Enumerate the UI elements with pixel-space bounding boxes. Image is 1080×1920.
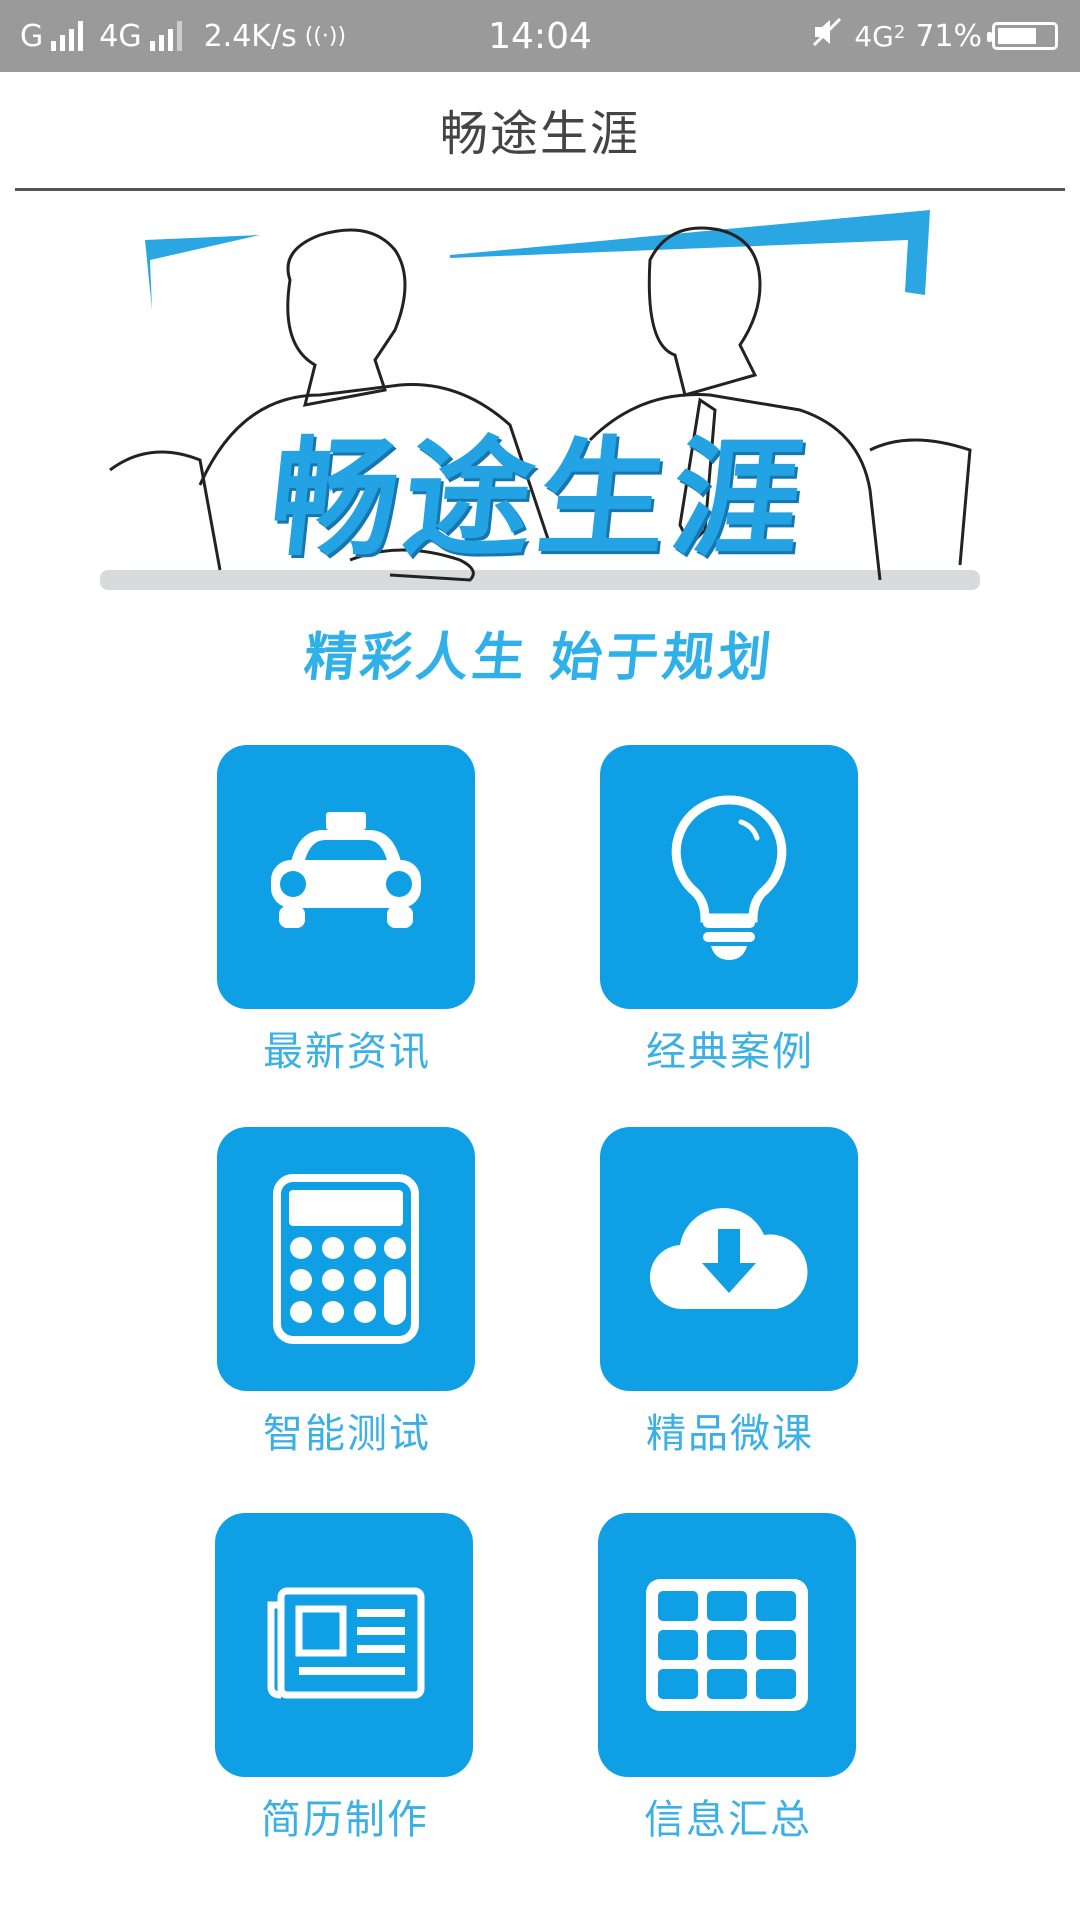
- banner-slogan: 精彩人生 始于规划: [301, 628, 778, 688]
- network-type: 4G 2: [854, 19, 906, 53]
- menu-tile-info[interactable]: 信息汇总: [598, 1513, 858, 1845]
- lightbulb-icon: [671, 795, 787, 960]
- hotspot-icon: ((·)): [304, 23, 347, 49]
- carrier1-label: G: [20, 18, 44, 54]
- calculator-icon: [273, 1174, 419, 1344]
- mute-icon: [810, 15, 844, 57]
- cloud-download-icon: [649, 1208, 808, 1310]
- signal-bars-icon: [51, 21, 84, 51]
- menu-tile-news[interactable]: 最新资讯: [217, 745, 477, 1077]
- battery-percent: 71%: [915, 18, 982, 54]
- tile-label: 智能测试: [263, 1411, 431, 1457]
- clock: 14:04: [488, 15, 592, 57]
- tile-icon-box: [217, 745, 475, 1009]
- app-header: 畅途生涯: [0, 72, 1080, 191]
- battery-icon: [987, 22, 1058, 50]
- tile-label: 信息汇总: [644, 1797, 812, 1843]
- banner: 畅途生涯 精彩人生 始于规划: [90, 200, 990, 690]
- status-left: G 4G 2.4K/s ((·)): [20, 0, 346, 72]
- tile-label: 最新资讯: [263, 1029, 431, 1075]
- taxi-icon: [271, 812, 421, 928]
- status-bar: G 4G 2.4K/s ((·)) 14:04 4G 2 71%: [0, 0, 1080, 72]
- newspaper-icon: [267, 1587, 425, 1699]
- signal-bars-icon-2: [149, 21, 182, 51]
- network-speed: 2.4K/s: [203, 18, 297, 54]
- status-right: 4G 2 71%: [810, 0, 1058, 72]
- menu-tile-resume[interactable]: 简历制作: [215, 1513, 475, 1845]
- carrier2-label: 4G: [99, 18, 142, 54]
- tile-label: 简历制作: [261, 1797, 429, 1843]
- grid-table-icon: [646, 1579, 808, 1711]
- menu-tile-courses[interactable]: 精品微课: [600, 1127, 860, 1459]
- menu-tile-cases[interactable]: 经典案例: [600, 745, 860, 1077]
- tile-icon-box: [598, 1513, 856, 1777]
- tile-icon-box: [217, 1127, 475, 1391]
- banner-title: 畅途生涯: [262, 425, 815, 574]
- tile-icon-box: [600, 1127, 858, 1391]
- tile-label: 精品微课: [646, 1411, 814, 1457]
- tile-icon-box: [600, 745, 858, 1009]
- menu-tile-test[interactable]: 智能测试: [217, 1127, 477, 1459]
- header-divider: [15, 188, 1065, 191]
- tile-icon-box: [215, 1513, 473, 1777]
- page-title: 畅途生涯: [439, 106, 640, 162]
- tile-label: 经典案例: [646, 1029, 814, 1075]
